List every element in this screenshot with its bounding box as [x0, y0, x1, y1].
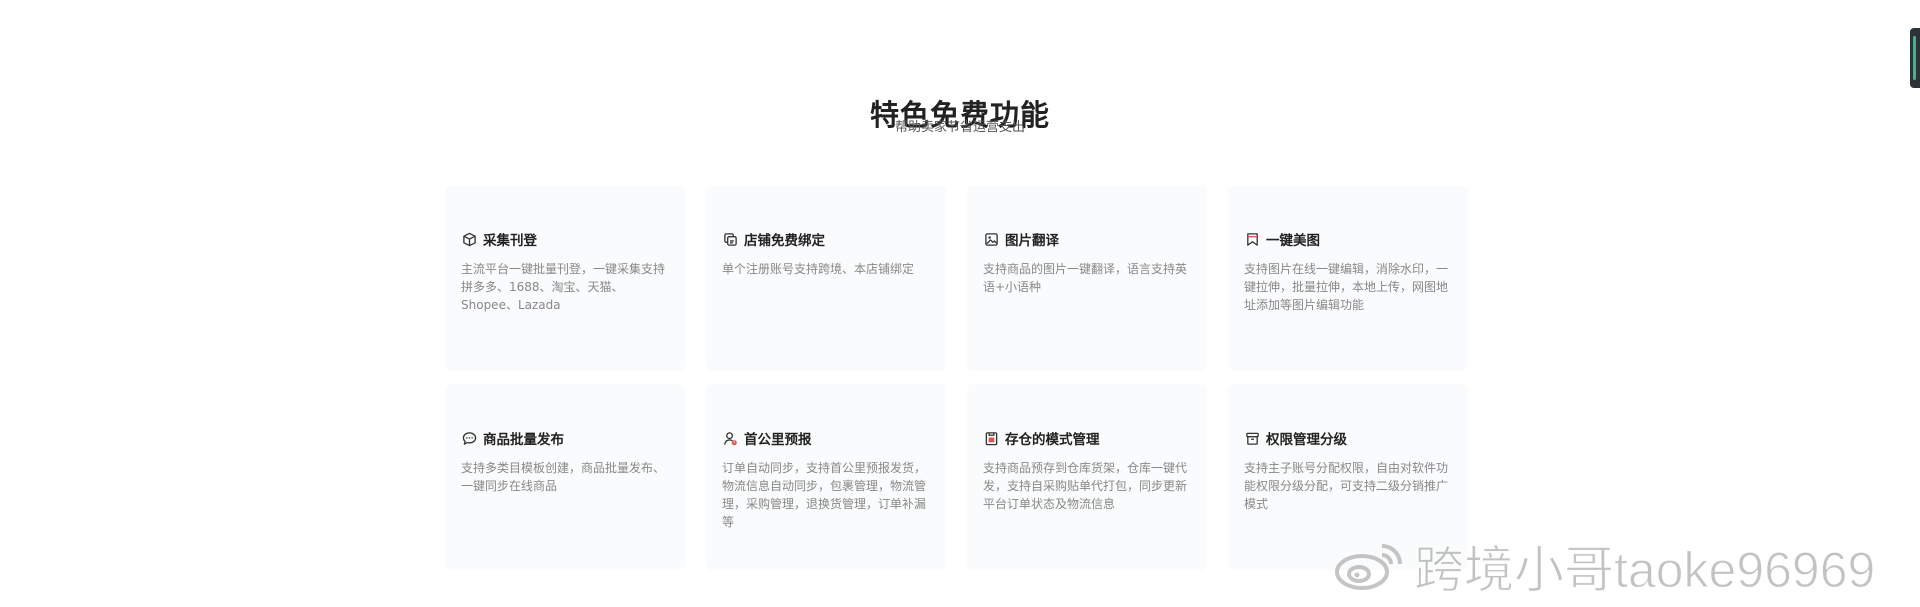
weibo-logo-icon: [1332, 538, 1408, 594]
card-title: 采集刊登: [483, 233, 537, 249]
feature-grid: 采集刊登 主流平台一键批量刊登，一键采集支持拼多多、1688、淘宝、天猫、Sho…: [445, 185, 1468, 570]
user-alert-icon: [722, 430, 738, 446]
card-description: 支持商品预存到仓库货架，仓库一键代发，支持自采购贴单代打包，同步更新平台订单状态…: [983, 461, 1188, 511]
card-description: 支持图片在线一键编辑，消除水印，一键拉伸，批量拉伸，本地上传，网图地址添加等图片…: [1244, 262, 1449, 312]
card-description: 支持多类目模板创建，商品批量发布、一键同步在线商品: [461, 461, 666, 493]
watermark: 跨境小哥taoke96969: [1332, 530, 1876, 602]
card-header: 商品批量发布: [461, 428, 669, 448]
bookmark-icon: [1244, 231, 1260, 247]
card-header: 图片翻译: [983, 229, 1191, 249]
card-header: 权限管理分级: [1244, 428, 1452, 448]
card-title: 一键美图: [1266, 233, 1320, 249]
card-header: 店铺免费绑定: [722, 229, 930, 249]
card-title: 店铺免费绑定: [744, 233, 825, 249]
feature-card-batch-publish: 商品批量发布 支持多类目模板创建，商品批量发布、一键同步在线商品: [445, 384, 685, 570]
watermark-text: 跨境小哥taoke96969: [1413, 541, 1876, 598]
archive-box-icon: [1244, 430, 1260, 446]
card-description: 订单自动同步，支持首公里预报发货，物流信息自动同步，包裹管理，物流管理，采购管理…: [722, 461, 927, 529]
cube-icon: [461, 231, 477, 247]
store-link-icon: [722, 231, 738, 247]
feature-card-warehouse-mode: 存仓的模式管理 支持商品预存到仓库货架，仓库一键代发，支持自采购贴单代打包，同步…: [967, 384, 1207, 570]
feature-card-store-binding: 店铺免费绑定 单个注册账号支持跨境、本店铺绑定: [706, 185, 946, 371]
card-header: 一键美图: [1244, 229, 1452, 249]
feature-card-collect-list: 采集刊登 主流平台一键批量刊登，一键采集支持拼多多、1688、淘宝、天猫、Sho…: [445, 185, 685, 371]
feature-card-first-mile: 首公里预报 订单自动同步，支持首公里预报发货，物流信息自动同步，包裹管理，物流管…: [706, 384, 946, 570]
card-description: 支持商品的图片一键翻译，语言支持英语+小语种: [983, 262, 1188, 294]
warehouse-icon: [983, 430, 999, 446]
card-description: 单个注册账号支持跨境、本店铺绑定: [722, 262, 915, 276]
scroll-handle[interactable]: [1910, 28, 1920, 88]
card-title: 图片翻译: [1005, 233, 1059, 249]
card-title: 存仓的模式管理: [1005, 432, 1100, 448]
chat-bubble-icon: [461, 430, 477, 446]
card-header: 存仓的模式管理: [983, 428, 1191, 448]
card-header: 首公里预报: [722, 428, 930, 448]
card-title: 权限管理分级: [1266, 432, 1347, 448]
card-description: 主流平台一键批量刊登，一键采集支持拼多多、1688、淘宝、天猫、Shopee、L…: [461, 262, 666, 312]
card-title: 商品批量发布: [483, 432, 564, 448]
image-icon: [983, 231, 999, 247]
feature-card-image-beautify: 一键美图 支持图片在线一键编辑，消除水印，一键拉伸，批量拉伸，本地上传，网图地址…: [1228, 185, 1468, 371]
card-header: 采集刊登: [461, 229, 669, 249]
section-subtitle: 帮助卖家节省运营支出: [894, 120, 1025, 135]
feature-card-image-translate: 图片翻译 支持商品的图片一键翻译，语言支持英语+小语种: [967, 185, 1207, 371]
card-title: 首公里预报: [744, 432, 812, 448]
card-description: 支持主子账号分配权限，自由对软件功能权限分级分配，可支持二级分销推广模式: [1244, 461, 1449, 511]
